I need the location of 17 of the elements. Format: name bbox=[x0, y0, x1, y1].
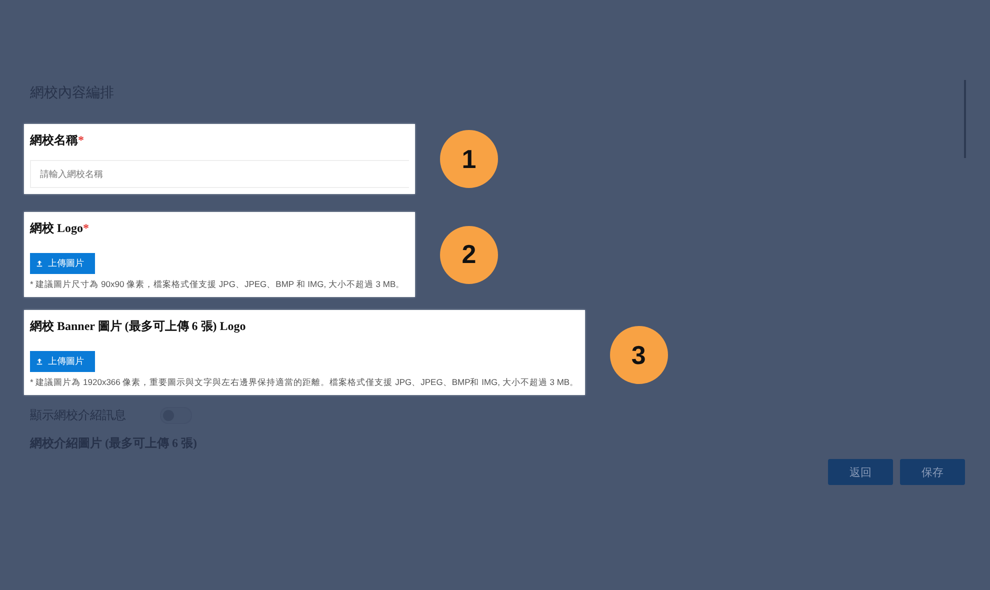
upload-icon bbox=[36, 358, 43, 365]
field-label: 網校 Banner 圖片 (最多可上傳 6 張) Logo bbox=[30, 319, 246, 333]
name-input-field[interactable]: 請輸入網校名稱 bbox=[30, 160, 409, 188]
save-button[interactable]: 保存 bbox=[900, 459, 965, 485]
upload-button[interactable]: 上傳圖片 bbox=[30, 351, 95, 372]
upload-button[interactable]: 上傳圖片 bbox=[30, 253, 95, 274]
step-badge: 2 bbox=[440, 226, 498, 284]
upload-hint: * 建議圖片為 1920x366 像素，重要圖示與文字與左右邊界保持適當的距離。檔案格式僅支援 JPG、JPEG、BMP和 IMG, 大小不超過 3 MB。 bbox=[30, 376, 579, 389]
upload-hint: * 建議圖片尺寸為 90x90 像素，檔案格式僅支援 JPG、JPEG、BMP 和 IMG, 大小不超過 3 MB。 bbox=[30, 278, 406, 291]
step-badge: 3 bbox=[610, 326, 668, 384]
required-mark: * bbox=[83, 221, 90, 235]
back-button[interactable]: 返回 bbox=[828, 459, 893, 485]
step-badge: 1 bbox=[440, 130, 498, 188]
field-label: 網校 Logo bbox=[30, 221, 84, 235]
field-label: 網校名稱 bbox=[30, 133, 78, 147]
required-mark: * bbox=[78, 133, 84, 147]
upload-icon bbox=[36, 260, 43, 267]
